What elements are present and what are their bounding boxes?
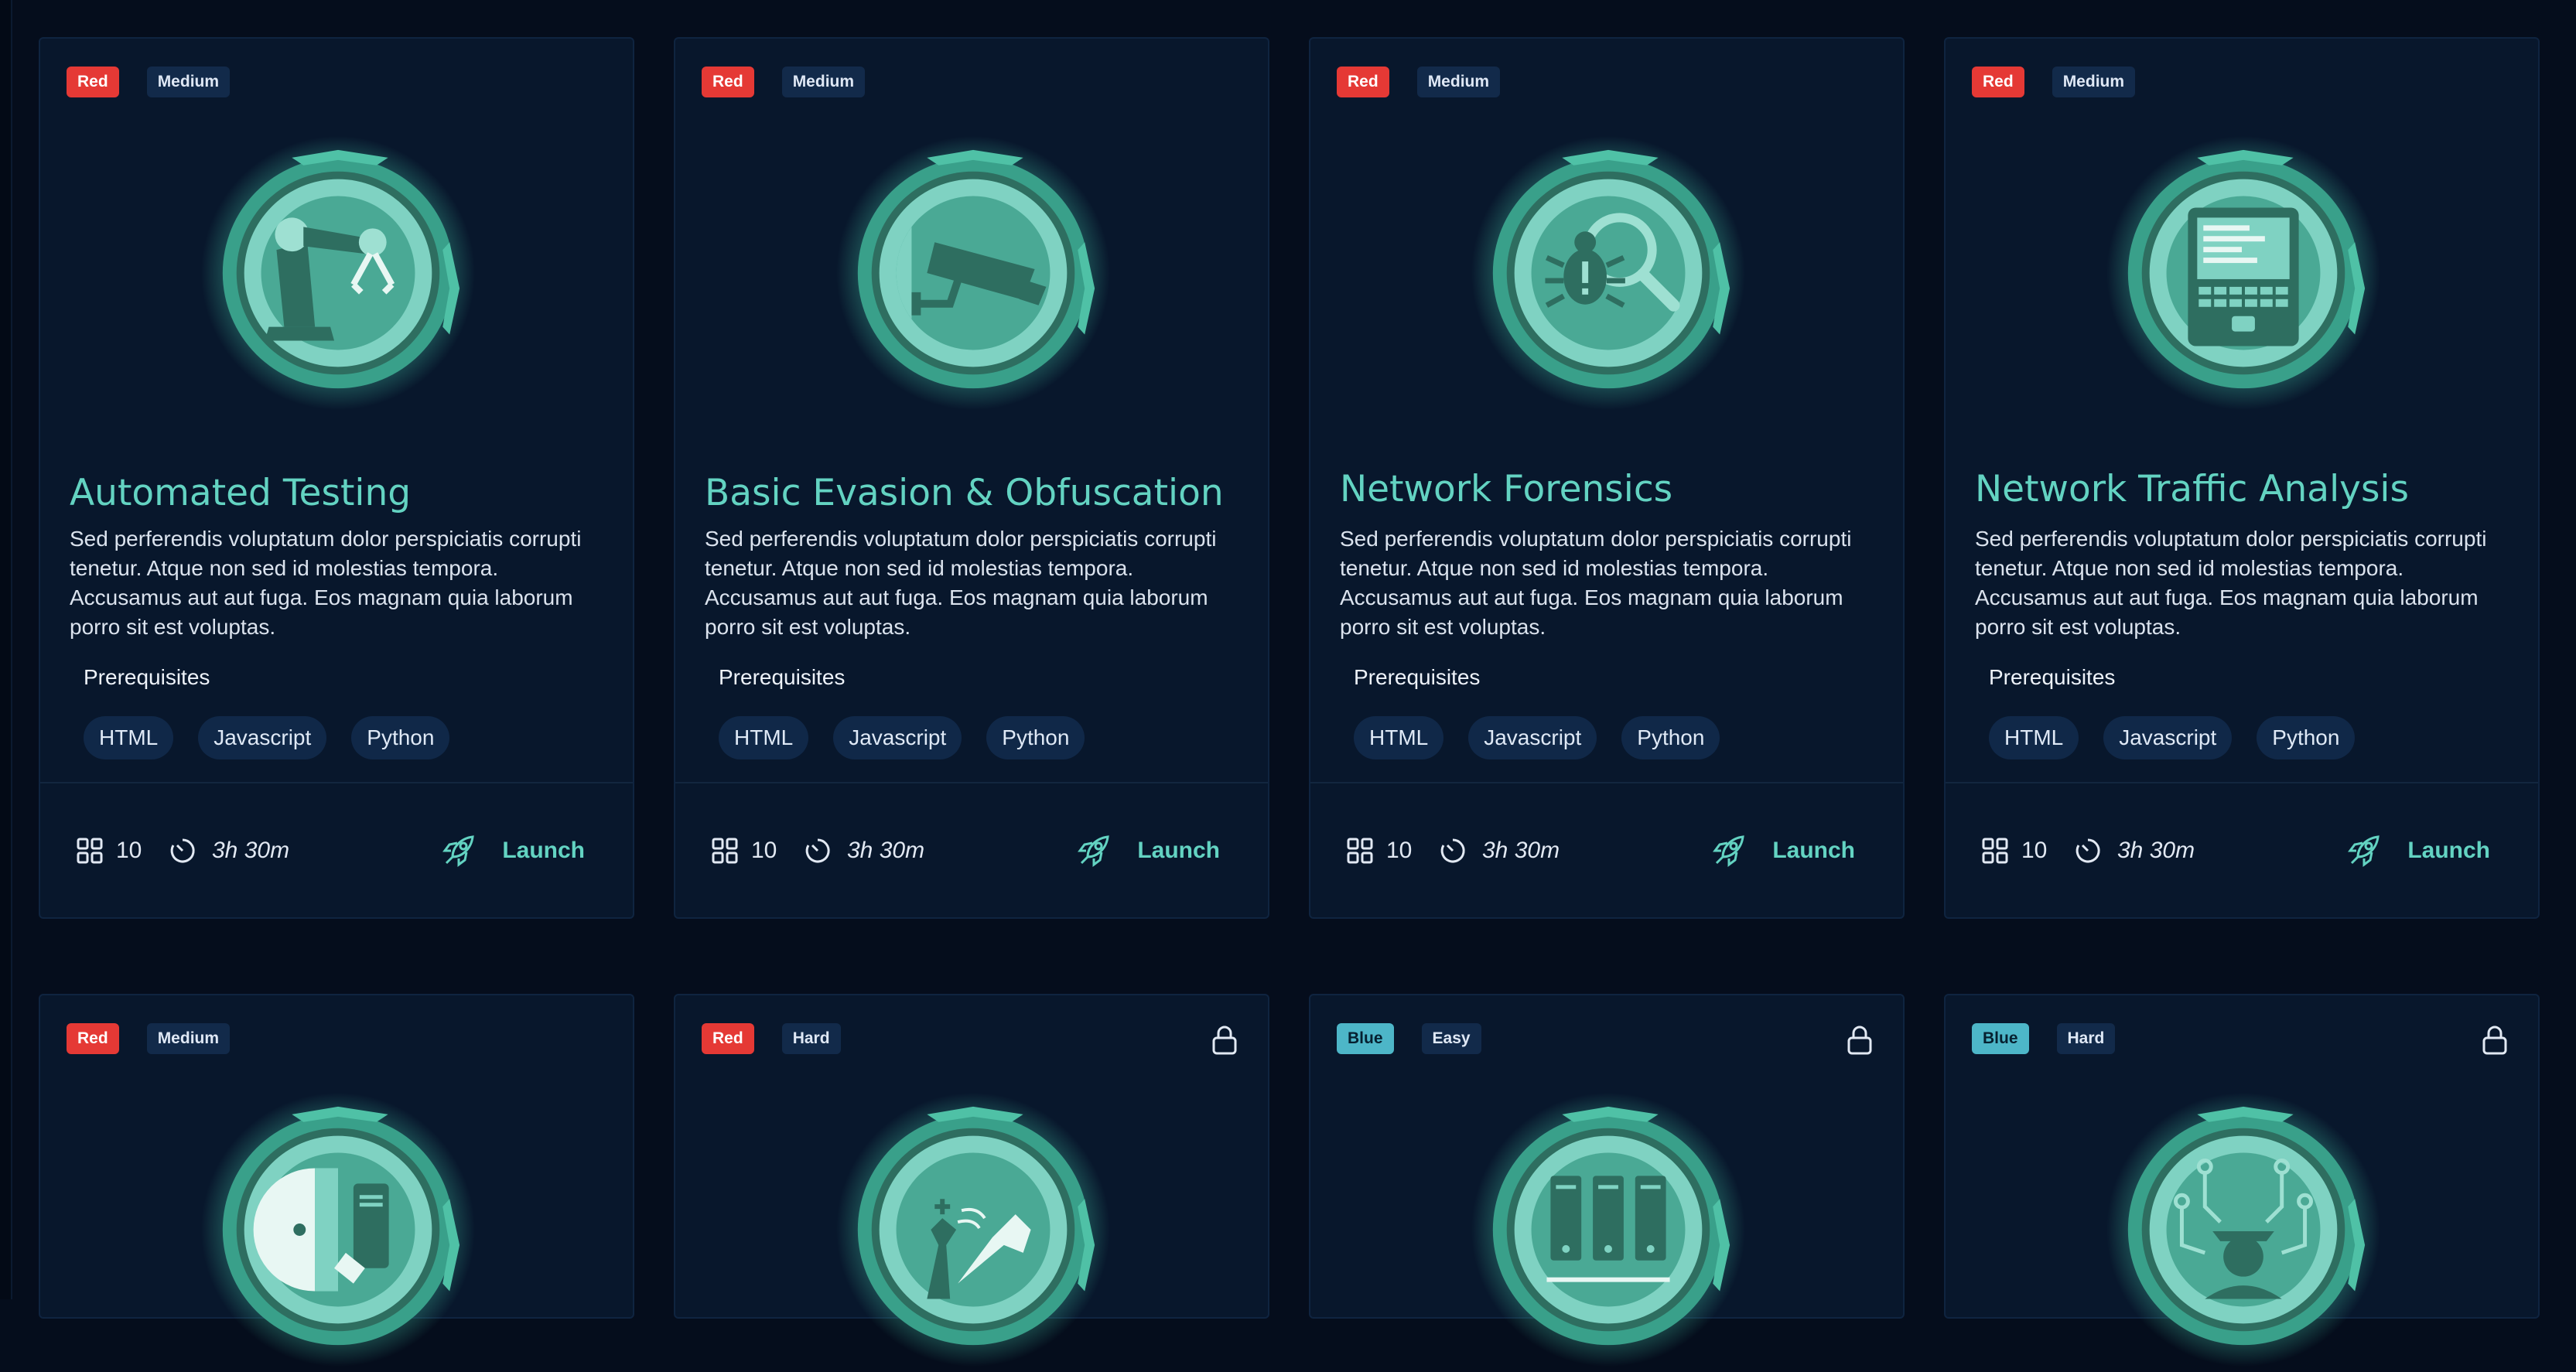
prerequisites-heading: Prerequisites [1354,665,1481,689]
team-tag: Red [67,67,119,97]
course-card[interactable]: Red Medium Automated Testing Sed perfere… [39,37,634,919]
prerequisite-chip: Javascript [1468,716,1597,759]
launch-label: Launch [1137,838,1220,863]
course-description: Sed perferendis voluptatum dolor perspic… [705,527,1217,639]
difficulty-tag: Medium [2052,67,2136,97]
course-card[interactable]: Red Medium Basic Evasion & Obfuscation S… [674,37,1269,919]
launch-button[interactable]: Launch [1077,828,1220,874]
modules-count: 10 [116,838,142,863]
launch-label: Launch [2407,838,2490,863]
course-description: Sed perferendis voluptatum dolor perspic… [70,527,582,639]
rocket-icon [1078,835,1110,867]
course-description: Sed perferendis voluptatum dolor perspic… [1975,527,2487,639]
duration: 3h 30m [1482,838,1560,863]
course-title[interactable]: Network Forensics [1340,468,1672,510]
prerequisite-chip: Javascript [2103,716,2233,759]
course-card[interactable]: Red Medium Network Traffic Analysis Sed … [1944,37,2540,919]
chess-icon [835,1091,1112,1368]
team-tag: Red [1337,67,1389,97]
difficulty-tag: Medium [1416,67,1501,97]
duration: 3h 30m [212,838,290,863]
prerequisites-heading: Prerequisites [1989,665,2116,689]
prerequisites-heading: Prerequisites [84,665,210,689]
prerequisite-chip: HTML [1989,716,2079,759]
difficulty-tag: Hard [781,1023,841,1054]
modules-count: 10 [751,838,777,863]
hacker-circuit-icon [2105,1091,2382,1368]
modules-grid-icon [712,838,738,864]
course-description: Sed perferendis voluptatum dolor perspic… [1340,527,1852,639]
timer-icon [1440,838,1465,863]
team-tag: Blue [1337,1023,1394,1054]
timer-icon [805,838,830,863]
rocket-icon [2348,835,2380,867]
modules-grid-icon [77,838,103,864]
card-divider [1946,782,2538,783]
team-tag: Red [702,67,754,97]
modules-grid-icon [1982,838,2008,864]
course-title[interactable]: Network Traffic Analysis [1975,468,2409,510]
prerequisite-chip: HTML [84,716,174,759]
prerequisite-chip: Javascript [198,716,327,759]
launch-button[interactable]: Launch [1712,828,1855,874]
lock-icon [1212,1026,1237,1055]
security-camera-icon [835,135,1112,411]
duration: 3h 30m [2117,838,2195,863]
lock-icon [2482,1026,2507,1055]
modules-grid-icon [1347,838,1373,864]
terminal-device-icon [2105,135,2382,411]
robot-arm-icon [200,135,477,411]
launch-button[interactable]: Launch [442,828,585,874]
course-title[interactable]: Automated Testing [70,472,411,514]
modules-count: 10 [1386,838,1413,863]
prerequisite-chip: Python [1621,716,1720,759]
usb-door-icon [200,1091,477,1368]
course-title[interactable]: Basic Evasion & Obfuscation [705,472,1224,514]
bug-magnifier-icon [1470,135,1747,411]
duration: 3h 30m [847,838,925,863]
prerequisite-chip: Javascript [833,716,962,759]
lock-icon [1847,1026,1872,1055]
prerequisites-heading: Prerequisites [719,665,846,689]
prerequisite-chip: Python [2257,716,2356,759]
course-card[interactable]: Red Medium Network Forensics Sed perfere… [1309,37,1905,919]
difficulty-tag: Easy [1421,1023,1481,1054]
prerequisite-chip: HTML [719,716,809,759]
server-rack-icon [1470,1091,1747,1368]
timer-icon [2075,838,2100,863]
course-card[interactable]: Blue Easy [1309,994,1905,1367]
prerequisite-chip: HTML [1354,716,1444,759]
launch-button[interactable]: Launch [2347,828,2490,874]
team-tag: Red [67,1023,119,1054]
team-tag: Blue [1972,1023,2029,1054]
rocket-icon [1713,835,1745,867]
team-tag: Red [1972,67,2024,97]
launch-label: Launch [1772,838,1855,863]
timer-icon [170,838,195,863]
difficulty-tag: Medium [146,1023,231,1054]
course-card[interactable]: Red Hard [674,994,1269,1367]
team-tag: Red [702,1023,754,1054]
course-card[interactable]: Blue Hard [1944,994,2540,1367]
card-divider [675,782,1268,783]
card-divider [40,782,633,783]
difficulty-tag: Medium [146,67,231,97]
card-divider [1310,782,1903,783]
difficulty-tag: Hard [2056,1023,2116,1054]
modules-count: 10 [2021,838,2048,863]
difficulty-tag: Medium [781,67,866,97]
prerequisite-chip: Python [986,716,1085,759]
rocket-icon [442,835,475,867]
launch-label: Launch [502,838,585,863]
sidebar-edge [0,0,12,1299]
prerequisite-chip: Python [351,716,450,759]
course-card[interactable]: Red Medium [39,994,634,1367]
